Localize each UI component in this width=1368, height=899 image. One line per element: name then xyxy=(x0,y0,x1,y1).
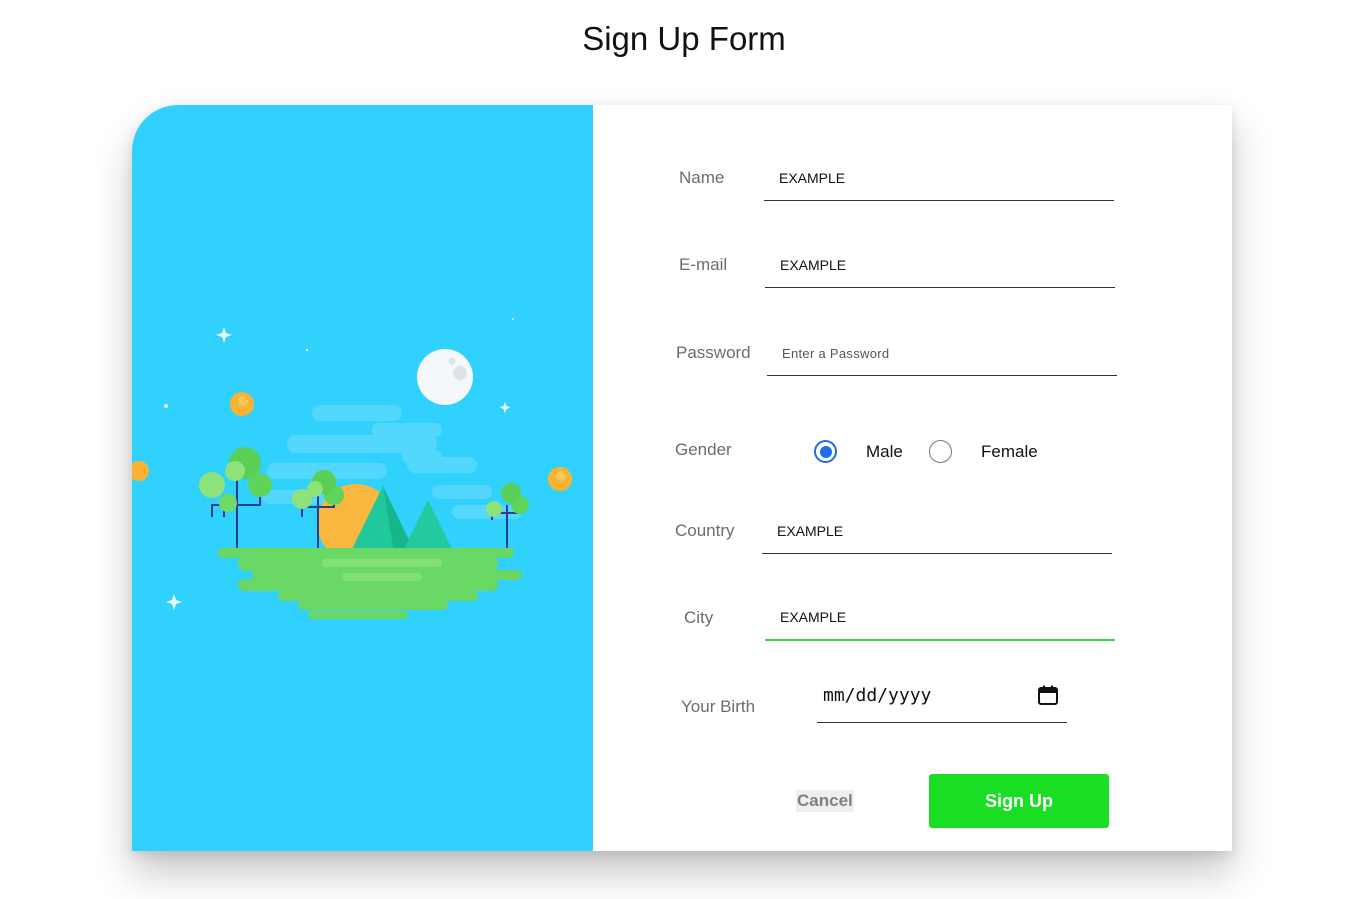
page-title: Sign Up Form xyxy=(582,20,786,57)
email-input[interactable] xyxy=(765,242,1115,288)
gender-male-radio[interactable] xyxy=(814,440,837,463)
gender-female-radio[interactable] xyxy=(929,440,952,463)
signup-button[interactable]: Sign Up xyxy=(929,774,1109,828)
birth-date-placeholder: mm/dd/yyyy xyxy=(823,685,932,706)
country-input[interactable] xyxy=(762,508,1112,554)
gender-label: Gender xyxy=(675,440,732,459)
password-input[interactable] xyxy=(767,330,1117,376)
signup-form: Name E-mail Password Gender Male Female … xyxy=(593,105,1232,851)
name-input[interactable] xyxy=(764,155,1114,201)
cancel-button[interactable]: Cancel xyxy=(796,790,854,812)
signup-card: Name E-mail Password Gender Male Female … xyxy=(132,105,1232,851)
landscape-illustration xyxy=(132,105,593,851)
city-input[interactable] xyxy=(765,595,1115,641)
name-label: Name xyxy=(679,168,725,187)
birth-label: Your Birth xyxy=(681,697,756,716)
landscape-illustration-art xyxy=(132,318,572,619)
calendar-icon[interactable] xyxy=(1037,684,1059,706)
city-label: City xyxy=(684,608,714,627)
gender-male-label: Male xyxy=(866,442,903,461)
email-label: E-mail xyxy=(679,255,728,274)
country-label: Country xyxy=(675,521,735,540)
birth-date-input[interactable]: mm/dd/yyyy xyxy=(817,679,1067,723)
password-label: Password xyxy=(676,343,751,362)
gender-female-label: Female xyxy=(981,442,1038,461)
